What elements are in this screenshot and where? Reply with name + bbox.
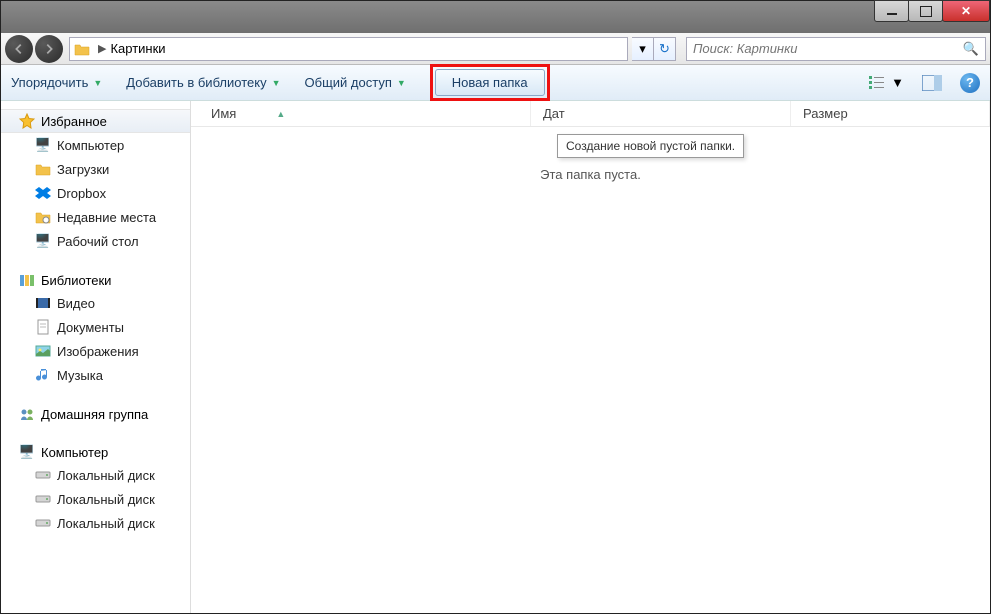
desktop-icon: 🖥️ bbox=[35, 233, 51, 249]
recent-icon bbox=[35, 209, 51, 225]
favorites-group: Избранное 🖥️ Компьютер Загрузки Dropbox Н… bbox=[1, 109, 190, 253]
preview-pane-button[interactable] bbox=[922, 75, 942, 91]
search-icon: 🔍 bbox=[963, 41, 979, 57]
share-label: Общий доступ bbox=[305, 75, 392, 90]
new-folder-tooltip: Создание новой пустой папки. bbox=[557, 134, 744, 158]
organize-menu[interactable]: Упорядочить ▼ bbox=[11, 75, 102, 90]
computer-icon: 🖥️ bbox=[35, 137, 51, 153]
close-button[interactable] bbox=[942, 0, 990, 22]
search-box[interactable]: 🔍 bbox=[686, 37, 986, 61]
computer-icon: 🖥️ bbox=[19, 444, 35, 460]
sidebar-item-dropbox[interactable]: Dropbox bbox=[1, 181, 190, 205]
libraries-icon bbox=[19, 272, 35, 288]
folder-icon bbox=[74, 41, 90, 57]
homegroup-label: Домашняя группа bbox=[41, 407, 148, 422]
explorer-window: ▶ Картинки ▾ ↻ 🔍 Упорядочить ▼ Добавить в… bbox=[0, 0, 991, 614]
libraries-label: Библиотеки bbox=[41, 273, 111, 288]
back-button[interactable] bbox=[5, 35, 33, 63]
search-input[interactable] bbox=[693, 41, 963, 56]
content-area: Имя ▲ Дат Размер Эта папка пуста. bbox=[191, 101, 990, 613]
sidebar-item-computer[interactable]: 🖥️ Компьютер bbox=[1, 133, 190, 157]
sidebar-item-documents[interactable]: Документы bbox=[1, 315, 190, 339]
homegroup-group: Домашняя группа bbox=[1, 403, 190, 425]
sidebar-item-label: Локальный диск bbox=[57, 516, 155, 531]
sidebar-item-music[interactable]: Музыка bbox=[1, 363, 190, 387]
computer-header[interactable]: 🖥️ Компьютер bbox=[1, 441, 190, 463]
sort-ascending-icon: ▲ bbox=[276, 109, 285, 119]
drive-icon bbox=[35, 467, 51, 483]
homegroup-header[interactable]: Домашняя группа bbox=[1, 403, 190, 425]
chevron-down-icon: ▼ bbox=[397, 78, 406, 88]
homegroup-icon bbox=[19, 406, 35, 422]
video-icon bbox=[35, 295, 51, 311]
minimize-button[interactable] bbox=[874, 0, 909, 22]
add-to-library-menu[interactable]: Добавить в библиотеку ▼ bbox=[126, 75, 280, 90]
column-size-header[interactable]: Размер bbox=[791, 101, 990, 126]
sidebar-item-label: Рабочий стол bbox=[57, 234, 139, 249]
sidebar-item-downloads[interactable]: Загрузки bbox=[1, 157, 190, 181]
sidebar-item-label: Компьютер bbox=[57, 138, 124, 153]
add-library-label: Добавить в библиотеку bbox=[126, 75, 266, 90]
drive-icon bbox=[35, 515, 51, 531]
music-icon bbox=[35, 367, 51, 383]
sidebar-item-label: Локальный диск bbox=[57, 468, 155, 483]
computer-group: 🖥️ Компьютер Локальный диск Локальный ди… bbox=[1, 441, 190, 535]
sidebar-item-pictures[interactable]: Изображения bbox=[1, 339, 190, 363]
organize-label: Упорядочить bbox=[11, 75, 88, 90]
forward-button[interactable] bbox=[35, 35, 63, 63]
maximize-button[interactable] bbox=[908, 0, 943, 22]
breadcrumb-separator: ▶ bbox=[98, 42, 106, 55]
pictures-icon bbox=[35, 343, 51, 359]
libraries-group: Библиотеки Видео Документы Изображения М… bbox=[1, 269, 190, 387]
chevron-down-icon: ▼ bbox=[272, 78, 281, 88]
sidebar-item-label: Изображения bbox=[57, 344, 139, 359]
navigation-row: ▶ Картинки ▾ ↻ 🔍 bbox=[1, 33, 990, 65]
chevron-down-icon: ▼ bbox=[93, 78, 102, 88]
titlebar[interactable] bbox=[1, 1, 990, 33]
column-headers: Имя ▲ Дат Размер bbox=[191, 101, 990, 127]
column-label: Дат bbox=[543, 106, 565, 121]
column-label: Имя bbox=[211, 106, 236, 121]
sidebar-item-label: Dropbox bbox=[57, 186, 106, 201]
toolbar: Упорядочить ▼ Добавить в библиотеку ▼ Общи… bbox=[1, 65, 990, 101]
new-folder-label: Новая папка bbox=[452, 75, 528, 90]
favorites-header[interactable]: Избранное bbox=[1, 109, 190, 133]
sidebar-item-local-disk[interactable]: Локальный диск bbox=[1, 487, 190, 511]
chevron-down-icon: ▼ bbox=[891, 75, 904, 90]
document-icon bbox=[35, 319, 51, 335]
sidebar-item-local-disk[interactable]: Локальный диск bbox=[1, 511, 190, 535]
sidebar-item-label: Документы bbox=[57, 320, 124, 335]
sidebar-item-label: Музыка bbox=[57, 368, 103, 383]
new-folder-highlight: Новая папка bbox=[430, 64, 550, 101]
sidebar-item-video[interactable]: Видео bbox=[1, 291, 190, 315]
sidebar-item-label: Загрузки bbox=[57, 162, 109, 177]
view-options-button[interactable]: ▼ bbox=[869, 75, 904, 90]
address-bar[interactable]: ▶ Картинки bbox=[69, 37, 628, 61]
sidebar-item-label: Локальный диск bbox=[57, 492, 155, 507]
address-dropdown[interactable]: ▾ bbox=[632, 37, 654, 61]
new-folder-button[interactable]: Новая папка bbox=[435, 69, 545, 96]
sidebar-item-desktop[interactable]: 🖥️ Рабочий стол bbox=[1, 229, 190, 253]
star-icon bbox=[19, 113, 35, 129]
folder-icon bbox=[35, 161, 51, 177]
column-date-header[interactable]: Дат bbox=[531, 101, 791, 126]
breadcrumb-location[interactable]: Картинки bbox=[110, 41, 165, 56]
dropbox-icon bbox=[35, 185, 51, 201]
libraries-header[interactable]: Библиотеки bbox=[1, 269, 190, 291]
help-button[interactable]: ? bbox=[960, 73, 980, 93]
favorites-label: Избранное bbox=[41, 114, 107, 129]
sidebar-item-recent[interactable]: Недавние места bbox=[1, 205, 190, 229]
navigation-pane: Избранное 🖥️ Компьютер Загрузки Dropbox Н… bbox=[1, 101, 191, 613]
sidebar-item-label: Видео bbox=[57, 296, 95, 311]
share-menu[interactable]: Общий доступ ▼ bbox=[305, 75, 406, 90]
computer-label: Компьютер bbox=[41, 445, 108, 460]
empty-folder-message: Эта папка пуста. bbox=[191, 167, 990, 182]
sidebar-item-label: Недавние места bbox=[57, 210, 156, 225]
drive-icon bbox=[35, 491, 51, 507]
column-name-header[interactable]: Имя ▲ bbox=[191, 101, 531, 126]
column-label: Размер bbox=[803, 106, 848, 121]
refresh-button[interactable]: ↻ bbox=[654, 37, 676, 61]
sidebar-item-local-disk[interactable]: Локальный диск bbox=[1, 463, 190, 487]
